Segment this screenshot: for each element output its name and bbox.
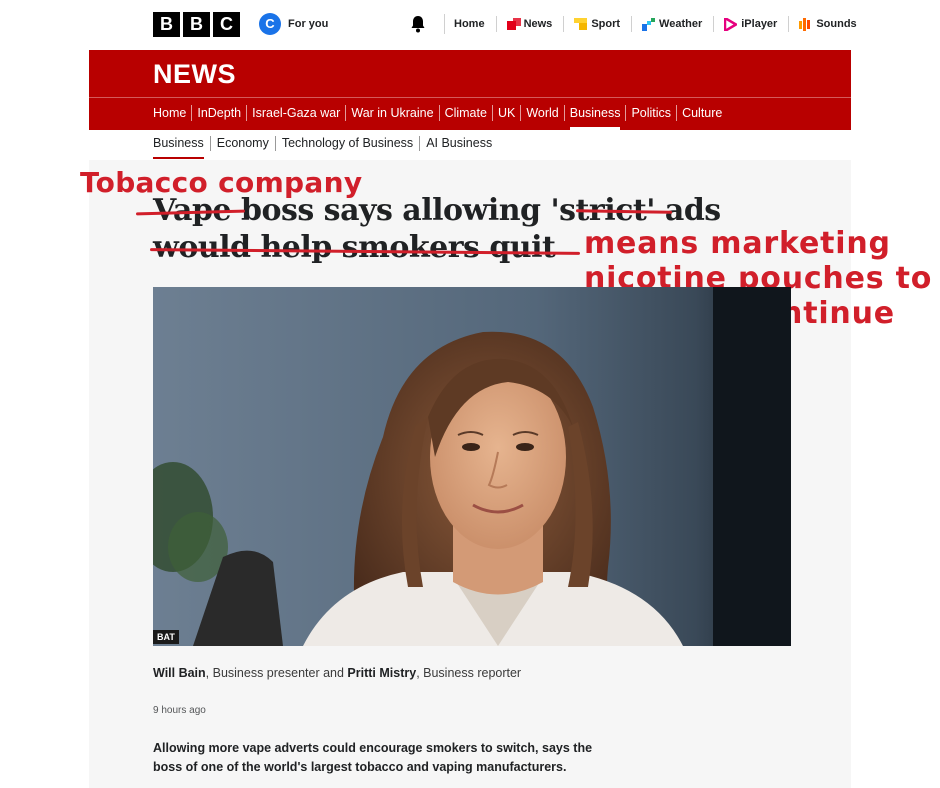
for-you-button[interactable]: C For you xyxy=(259,13,328,35)
news-banner: NEWS Home InDepth Israel-Gaza war War in… xyxy=(89,50,851,130)
sport-icon xyxy=(574,17,588,31)
news-nav-business[interactable]: Business xyxy=(565,105,627,130)
sounds-icon xyxy=(799,17,812,31)
news-title[interactable]: NEWS xyxy=(153,59,236,90)
news-nav-culture[interactable]: Culture xyxy=(677,105,727,121)
topnav-sport[interactable]: Sport xyxy=(574,16,633,32)
topnav-label: Weather xyxy=(659,18,703,30)
bbc-logo[interactable]: B B C xyxy=(153,12,240,37)
logo-letter: C xyxy=(213,12,240,37)
for-you-label: For you xyxy=(288,18,329,30)
avatar: C xyxy=(259,13,281,35)
topnav-label: Sounds xyxy=(816,18,857,30)
news-nav: Home InDepth Israel-Gaza war War in Ukra… xyxy=(153,105,727,130)
news-icon xyxy=(506,17,521,31)
annotation-tobacco-company: Tobacco company xyxy=(80,166,363,199)
news-nav-world[interactable]: World xyxy=(521,105,565,121)
author-role: , Business presenter and xyxy=(205,666,348,680)
news-nav-politics[interactable]: Politics xyxy=(626,105,678,121)
weather-icon xyxy=(642,17,656,31)
topnav-sounds[interactable]: Sounds xyxy=(799,16,857,32)
headline-struck-line: would help smokers quit xyxy=(153,230,556,265)
topnav-iplayer[interactable]: iPlayer xyxy=(724,15,790,33)
top-bar: B B C C For you Home News Sport Weather … xyxy=(0,0,940,48)
logo-letter: B xyxy=(183,12,210,37)
topnav-weather[interactable]: Weather xyxy=(642,16,715,32)
subnav-tech-of-business[interactable]: Technology of Business xyxy=(276,136,421,151)
news-nav-israel-gaza[interactable]: Israel-Gaza war xyxy=(247,105,347,121)
topnav-label: iPlayer xyxy=(741,18,778,30)
subnav-ai-business[interactable]: AI Business xyxy=(420,136,498,151)
news-nav-uk[interactable]: UK xyxy=(493,105,522,121)
timestamp: 9 hours ago xyxy=(153,705,206,716)
topnav-home[interactable]: Home xyxy=(454,16,497,32)
topnav-label: News xyxy=(523,18,553,30)
divider xyxy=(89,97,851,98)
divider xyxy=(444,14,445,34)
topnav-label: Home xyxy=(454,18,485,30)
topnav-label: Sport xyxy=(591,18,621,30)
photo-credit: BAT xyxy=(153,630,179,644)
author-name[interactable]: Pritti Mistry xyxy=(347,666,416,680)
iplayer-icon xyxy=(724,15,739,33)
byline: Will Bain, Business presenter and Pritti… xyxy=(153,666,521,680)
news-nav-climate[interactable]: Climate xyxy=(440,105,493,121)
business-subnav: Business Economy Technology of Business … xyxy=(153,136,498,159)
logo-letter: B xyxy=(153,12,180,37)
news-nav-indepth[interactable]: InDepth xyxy=(192,105,248,121)
article-photo xyxy=(153,287,791,646)
top-nav: Home News Sport Weather iPlayer Sounds xyxy=(454,15,857,33)
topnav-news[interactable]: News xyxy=(506,16,565,32)
subnav-economy[interactable]: Economy xyxy=(211,136,276,151)
author-role: , Business reporter xyxy=(416,666,522,680)
news-nav-home[interactable]: Home xyxy=(153,105,193,121)
news-nav-ukraine[interactable]: War in Ukraine xyxy=(346,105,440,121)
bell-icon[interactable] xyxy=(410,15,426,33)
author-name[interactable]: Will Bain xyxy=(153,666,206,680)
subnav-business[interactable]: Business xyxy=(153,136,211,159)
article-summary: Allowing more vape adverts could encoura… xyxy=(153,741,593,774)
annotation-line: means marketing xyxy=(584,226,891,261)
